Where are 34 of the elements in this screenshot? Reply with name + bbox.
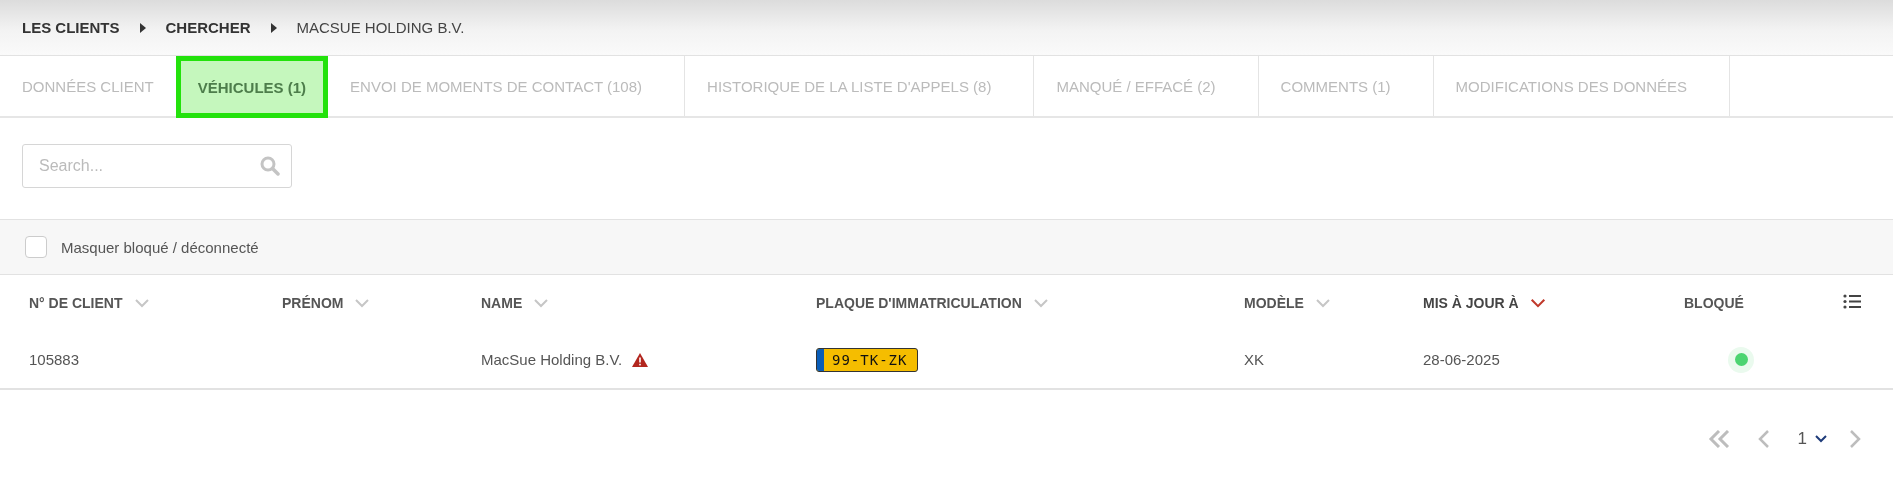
- client-name: MacSue Holding B.V.: [481, 351, 623, 368]
- next-page-icon[interactable]: [1849, 430, 1861, 448]
- breadcrumb-link[interactable]: LES CLIENTS: [22, 19, 120, 36]
- column-header[interactable]: PRÉNOM: [282, 295, 344, 311]
- breadcrumb-link[interactable]: MACSUE HOLDING B.V.: [296, 19, 465, 36]
- sort-caret-icon[interactable]: [1033, 298, 1048, 308]
- tab[interactable]: VÉHICULES (1): [175, 56, 329, 118]
- sort-caret-icon[interactable]: [1315, 298, 1330, 308]
- search-icon: [260, 156, 280, 176]
- first-page-icon[interactable]: [1707, 430, 1732, 448]
- caret-right-icon: [270, 22, 277, 33]
- sort-caret-icon[interactable]: [534, 298, 549, 308]
- checkbox[interactable]: [25, 236, 47, 258]
- client-number: 105883: [29, 351, 80, 368]
- column-header[interactable]: NAME: [481, 295, 523, 311]
- update-date: 28-06-2025: [1423, 351, 1500, 368]
- breadcrumb-link[interactable]: CHERCHER: [165, 19, 251, 36]
- search-field[interactable]: Search...: [22, 144, 292, 188]
- column-header[interactable]: N° DE CLIENT: [29, 295, 123, 311]
- column-list-icon[interactable]: [1843, 293, 1861, 309]
- column-header[interactable]: MIS À JOUR À: [1423, 295, 1519, 311]
- caret-down-icon[interactable]: [1815, 435, 1827, 443]
- column-header[interactable]: PLAQUE D'IMMATRICULATION: [816, 295, 1022, 311]
- checkbox-label: Masquer bloqué / déconnecté: [61, 238, 259, 256]
- sort-caret-icon[interactable]: [134, 298, 149, 308]
- sort-active-caret-icon[interactable]: [1530, 298, 1546, 308]
- vehicle-model: XK: [1244, 351, 1264, 368]
- caret-right-icon: [139, 22, 146, 33]
- column-header[interactable]: MODÈLE: [1244, 295, 1304, 311]
- column-header: BLOQUÉ: [1684, 295, 1744, 311]
- sort-caret-icon[interactable]: [355, 298, 370, 308]
- previous-page-icon[interactable]: [1757, 430, 1770, 448]
- page-select[interactable]: 1: [1797, 429, 1827, 449]
- license-plate: 99-TK-ZK: [816, 347, 919, 372]
